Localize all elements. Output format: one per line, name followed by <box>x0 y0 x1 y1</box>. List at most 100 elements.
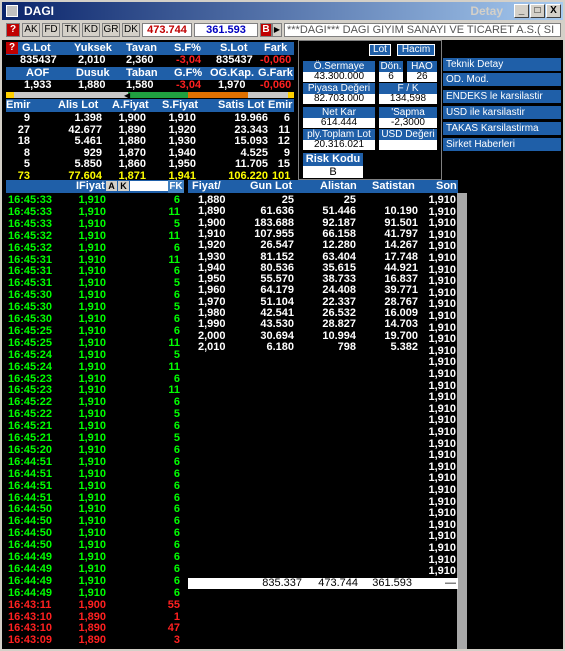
depth-row: 1,890 61.636 51.446 10.190 <box>192 205 428 217</box>
tick-time: 16:44:51 <box>8 479 53 492</box>
tick-price: 1,910 <box>78 229 106 242</box>
b-button[interactable]: B <box>260 23 272 37</box>
tick-row: 16:45:31 1,910 5 <box>8 277 180 290</box>
label-risk-kodu: Risk Kodu <box>303 153 363 166</box>
value-piyasa-degeri: 82.703.000 <box>303 94 375 104</box>
tick-price: 1,910 <box>78 515 106 528</box>
depth-price: 2,010 <box>198 340 226 353</box>
menu-usd-karsilastir[interactable]: USD ile karsilastir <box>443 106 561 120</box>
orderbook-cell: 1,880 <box>118 135 146 147</box>
depth-price: 1,920 <box>198 239 226 252</box>
menu-teknik-detay[interactable]: Teknik Detay <box>443 58 561 72</box>
k-button[interactable]: K <box>118 181 129 191</box>
tick-price: 1,910 <box>78 562 106 575</box>
a-button[interactable]: A <box>106 181 117 191</box>
tick-price: 1,910 <box>78 324 106 337</box>
tick-time: 16:44:51 <box>8 491 53 504</box>
close-button[interactable]: X <box>546 4 561 18</box>
depth-satistan: 28.767 <box>384 295 418 308</box>
depth-satistan: 19.700 <box>384 329 418 342</box>
tick-lot: 6 <box>173 503 180 516</box>
menu-od-mod[interactable]: OD. Mod. <box>443 73 561 87</box>
son-cell: 1,910 <box>428 437 456 450</box>
son-cell: 1,910 <box>428 252 456 264</box>
tick-lot: 47 <box>167 622 180 635</box>
son-cell: 1,910 <box>428 414 456 427</box>
tick-price: 1,910 <box>78 539 106 552</box>
depth-row: 1,970 51.104 22.337 28.767 <box>192 296 428 308</box>
depth-gun-lot: 80.536 <box>260 261 294 274</box>
toolbar-button-kd[interactable]: KD <box>82 23 100 37</box>
tick-price: 1,910 <box>78 396 106 409</box>
scrollbar[interactable] <box>457 193 467 649</box>
title-bar[interactable]: DAGI Detay _ □ X <box>2 2 563 20</box>
depth-alistan: 798 <box>337 340 356 353</box>
toolbar-button-gr[interactable]: GR <box>102 23 120 37</box>
tick-row: 16:45:20 1,910 6 <box>8 443 180 456</box>
maximize-button[interactable]: □ <box>530 4 545 18</box>
filter-input[interactable] <box>130 181 168 191</box>
hacim-button[interactable]: Hacim <box>397 44 435 56</box>
depth-price: 1,930 <box>198 250 226 263</box>
help-button[interactable]: ? <box>6 23 20 37</box>
tick-price: 1,910 <box>78 420 106 433</box>
depth-gun-lot: 64.179 <box>260 284 294 297</box>
son-cell: 1,910 <box>428 379 456 392</box>
depth-alistan: 38.733 <box>322 273 356 286</box>
value-o-sermaye: 43.300.000 <box>303 72 375 82</box>
lot-button[interactable]: Lot <box>369 44 391 56</box>
toolbar-button-ak[interactable]: AK <box>22 23 40 37</box>
son-cell: 1,910 <box>428 402 456 415</box>
orderbook-cell: 19.966 <box>234 112 268 124</box>
orderbook-cell: 11.705 <box>234 158 268 170</box>
tick-price: 1,910 <box>78 467 106 480</box>
tick-lot: 5 <box>173 277 180 290</box>
orderbook-cell: 1,910 <box>168 112 196 124</box>
depth-satistan: 5.382 <box>390 340 418 353</box>
depth-row: 2,000 30.694 10.994 19.700 <box>192 330 428 342</box>
val-taban: 1,580 <box>126 79 154 91</box>
orderbook-header: Emir Alis Lot A.Fiyat S.Fiyat Satis Lot … <box>6 99 294 112</box>
menu-sirket-haberleri[interactable]: Sirket Haberleri <box>443 138 561 152</box>
depth-hdr-gun-lot: Gun Lot <box>250 180 293 192</box>
son-cell: 1,910 <box>428 530 456 543</box>
depth-price: 1,990 <box>198 318 226 331</box>
tick-time: 16:45:30 <box>8 301 53 314</box>
tick-lot: 6 <box>173 420 180 433</box>
tick-lot: 5 <box>173 432 180 444</box>
fk-button[interactable]: FK <box>168 180 184 193</box>
app-icon <box>6 5 18 17</box>
tick-row: 16:45:21 1,910 5 <box>8 432 180 444</box>
tick-price: 1,910 <box>78 443 106 456</box>
tick-price: 1,910 <box>78 551 106 563</box>
toolbar-button-fd[interactable]: FD <box>42 23 60 37</box>
tick-row: 16:45:21 1,910 6 <box>8 420 180 433</box>
tick-time: 16:45:31 <box>8 277 53 290</box>
depth-price: 1,880 <box>198 194 226 206</box>
tick-time: 16:45:25 <box>8 336 53 349</box>
son-cell: 1,910 <box>428 286 456 299</box>
orderbook-cell: 1.398 <box>74 112 102 124</box>
depth-alistan: 28.827 <box>322 318 356 331</box>
ob-hdr-emir-ask: Emir <box>268 99 293 111</box>
depth-gun-lot: 183.688 <box>254 216 294 229</box>
son-cell: 1,910 <box>428 310 456 322</box>
depth-gun-lot: 43.530 <box>260 318 294 331</box>
toolbar-button-dk[interactable]: DK <box>122 23 140 37</box>
tick-price: 1,910 <box>78 479 106 492</box>
depth-hdr-fiyat: Fiyat/ <box>192 180 221 192</box>
menu-endeks-karsilastir[interactable]: ENDEKS le karsilastir <box>443 90 561 104</box>
info-icon[interactable]: ? <box>6 42 18 54</box>
depth-header: Fiyat/ Gun Lot Alistan Satistan Son <box>188 180 458 193</box>
tick-lot: 6 <box>173 467 180 480</box>
tick-lot: 11 <box>168 336 180 349</box>
menu-takas-karsilastirma[interactable]: TAKAS Karsilastirma <box>443 122 561 136</box>
toolbar-button-tk[interactable]: TK <box>62 23 80 37</box>
arrow-icon[interactable]: ▶ <box>272 23 282 37</box>
tick-time: 16:45:33 <box>8 217 53 230</box>
info-panel: Lot Hacim Ö.Sermaye 43.300.000 Dön. 6 HA… <box>298 40 442 180</box>
tick-row: 16:45:23 1,910 11 <box>8 384 180 396</box>
depth-alistan: 51.446 <box>322 205 356 218</box>
minimize-button[interactable]: _ <box>514 4 529 18</box>
tick-time: 16:45:30 <box>8 313 53 325</box>
